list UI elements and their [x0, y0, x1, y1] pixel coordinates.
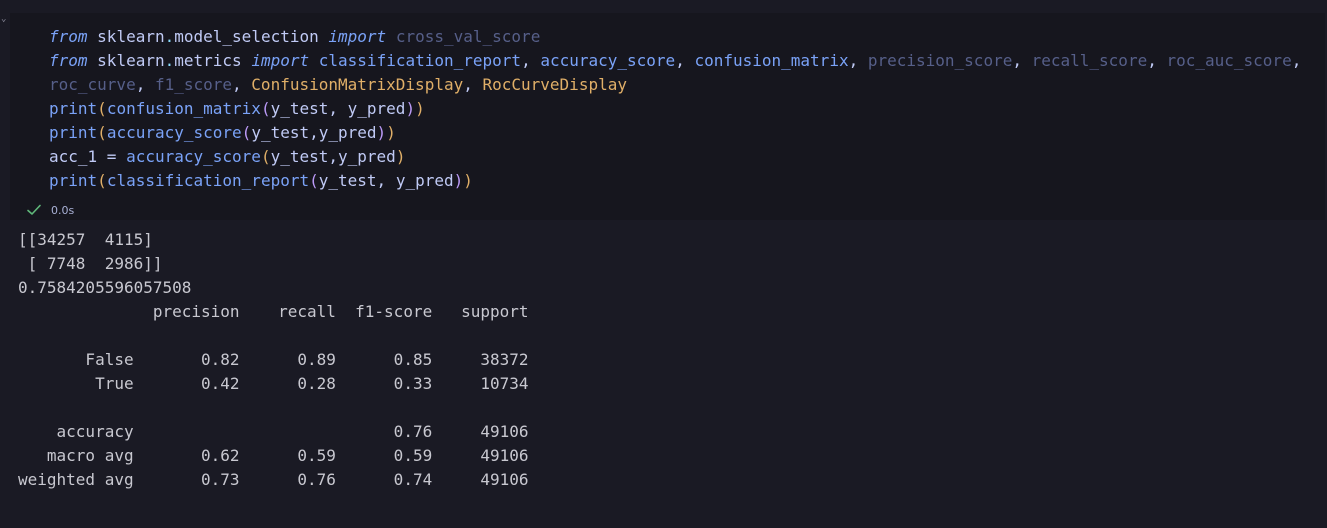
code-token: ( [241, 123, 252, 142]
output-line: macro avg 0.62 0.59 0.59 49106 [18, 446, 529, 465]
code-token: = [97, 147, 127, 166]
execution-time: 0.0s [51, 203, 75, 217]
code-token: ) [415, 99, 425, 118]
code-token: recall_score [1031, 51, 1148, 70]
cell-output: [[34257 4115] [ 7748 2986]] 0.75842055960… [18, 228, 1327, 492]
code-token: roc_auc_score [1166, 51, 1292, 70]
code-token: cross_val_score [395, 27, 541, 46]
code-token: , [848, 51, 868, 70]
code-token: print [49, 171, 98, 190]
code-line[interactable]: roc_curve, f1_score, ConfusionMatrixDisp… [49, 73, 1325, 97]
code-token: y_test [318, 171, 377, 190]
code-token: sklearn [97, 51, 165, 70]
code-token: y_test [270, 99, 329, 118]
code-line[interactable]: print(confusion_matrix(y_test, y_pred)) [49, 97, 1325, 121]
code-token: accuracy_score [540, 51, 676, 70]
code-token: model_selection [174, 27, 319, 46]
code-line[interactable]: from sklearn.metrics import classificati… [49, 49, 1325, 73]
code-token: ) [453, 171, 464, 190]
code-token: from [49, 27, 88, 46]
code-token: ) [386, 123, 396, 142]
code-token: print [49, 99, 98, 118]
code-token: f1_score [154, 75, 233, 94]
code-token: ) [463, 171, 473, 190]
code-token: ( [97, 99, 107, 118]
code-token: confusion_matrix [694, 51, 849, 70]
output-line: precision recall f1-score support [18, 302, 529, 321]
notebook-page: ⌄ from sklearn.model_selection import cr… [0, 0, 1327, 528]
code-token: y_test [270, 147, 329, 166]
code-token: print [49, 123, 98, 142]
code-token: , [463, 75, 483, 94]
code-token: ) [405, 99, 416, 118]
code-token: , [1012, 51, 1032, 70]
code-line[interactable]: from sklearn.model_selection import cros… [49, 25, 1325, 49]
code-cell[interactable]: from sklearn.model_selection import cros… [10, 13, 1325, 220]
code-token: metrics [174, 51, 242, 70]
code-line[interactable]: print(classification_report(y_test, y_pr… [49, 169, 1325, 193]
code-token: ) [395, 147, 406, 166]
code-token: roc_curve [49, 75, 136, 94]
code-token: classification_report [106, 171, 310, 190]
code-token: , [521, 51, 541, 70]
cell-execution-status: 0.0s [25, 201, 74, 219]
output-line: [ 7748 2986]] [18, 254, 163, 273]
code-token: acc_1 [49, 147, 98, 166]
code-token: , [135, 75, 155, 94]
code-token: from [49, 51, 88, 70]
code-token: ( [97, 171, 107, 190]
output-line: accuracy 0.76 49106 [18, 422, 529, 441]
code-token: , [376, 171, 396, 190]
code-token: y_pred [347, 99, 406, 118]
collapse-chevron-icon[interactable]: ⌄ [1, 14, 6, 24]
code-token: classification_report [318, 51, 522, 70]
code-token: . [164, 51, 175, 70]
code-token: , [328, 99, 348, 118]
code-token: ( [260, 99, 271, 118]
output-line: [[34257 4115] [18, 230, 153, 249]
code-token: , [232, 75, 252, 94]
output-line: weighted avg 0.73 0.76 0.74 49106 [18, 470, 529, 489]
code-editor[interactable]: from sklearn.model_selection import cros… [49, 25, 1325, 193]
code-token: , [309, 123, 319, 142]
code-line[interactable]: acc_1 = accuracy_score(y_test,y_pred) [49, 145, 1325, 169]
check-icon [25, 201, 43, 219]
code-token: confusion_matrix [106, 99, 261, 118]
code-token: accuracy_score [106, 123, 242, 142]
code-token: precision_score [867, 51, 1013, 70]
code-line[interactable]: print(accuracy_score(y_test,y_pred)) [49, 121, 1325, 145]
code-token: , [1147, 51, 1167, 70]
code-token: ( [260, 147, 271, 166]
code-token: ( [97, 123, 107, 142]
output-line: 0.7584205596057508 [18, 278, 192, 297]
code-token: RocCurveDisplay [482, 75, 627, 94]
output-line: False 0.82 0.89 0.85 38372 [18, 350, 529, 369]
code-token: , [675, 51, 695, 70]
output-line: True 0.42 0.28 0.33 10734 [18, 374, 529, 393]
code-token: ( [309, 171, 319, 190]
code-token: y_pred [338, 147, 396, 166]
code-token: accuracy_score [126, 147, 261, 166]
code-token: ConfusionMatrixDisplay [251, 75, 464, 94]
code-token: y_test [251, 123, 310, 142]
code-token: . [164, 27, 175, 46]
code-token: import [251, 51, 310, 70]
code-token: , [328, 147, 339, 166]
code-token: import [328, 27, 387, 46]
code-token: sklearn [97, 27, 165, 46]
code-token: ) [376, 123, 387, 142]
code-token: y_pred [395, 171, 454, 190]
code-token: , [1291, 51, 1302, 70]
code-token: y_pred [318, 123, 377, 142]
